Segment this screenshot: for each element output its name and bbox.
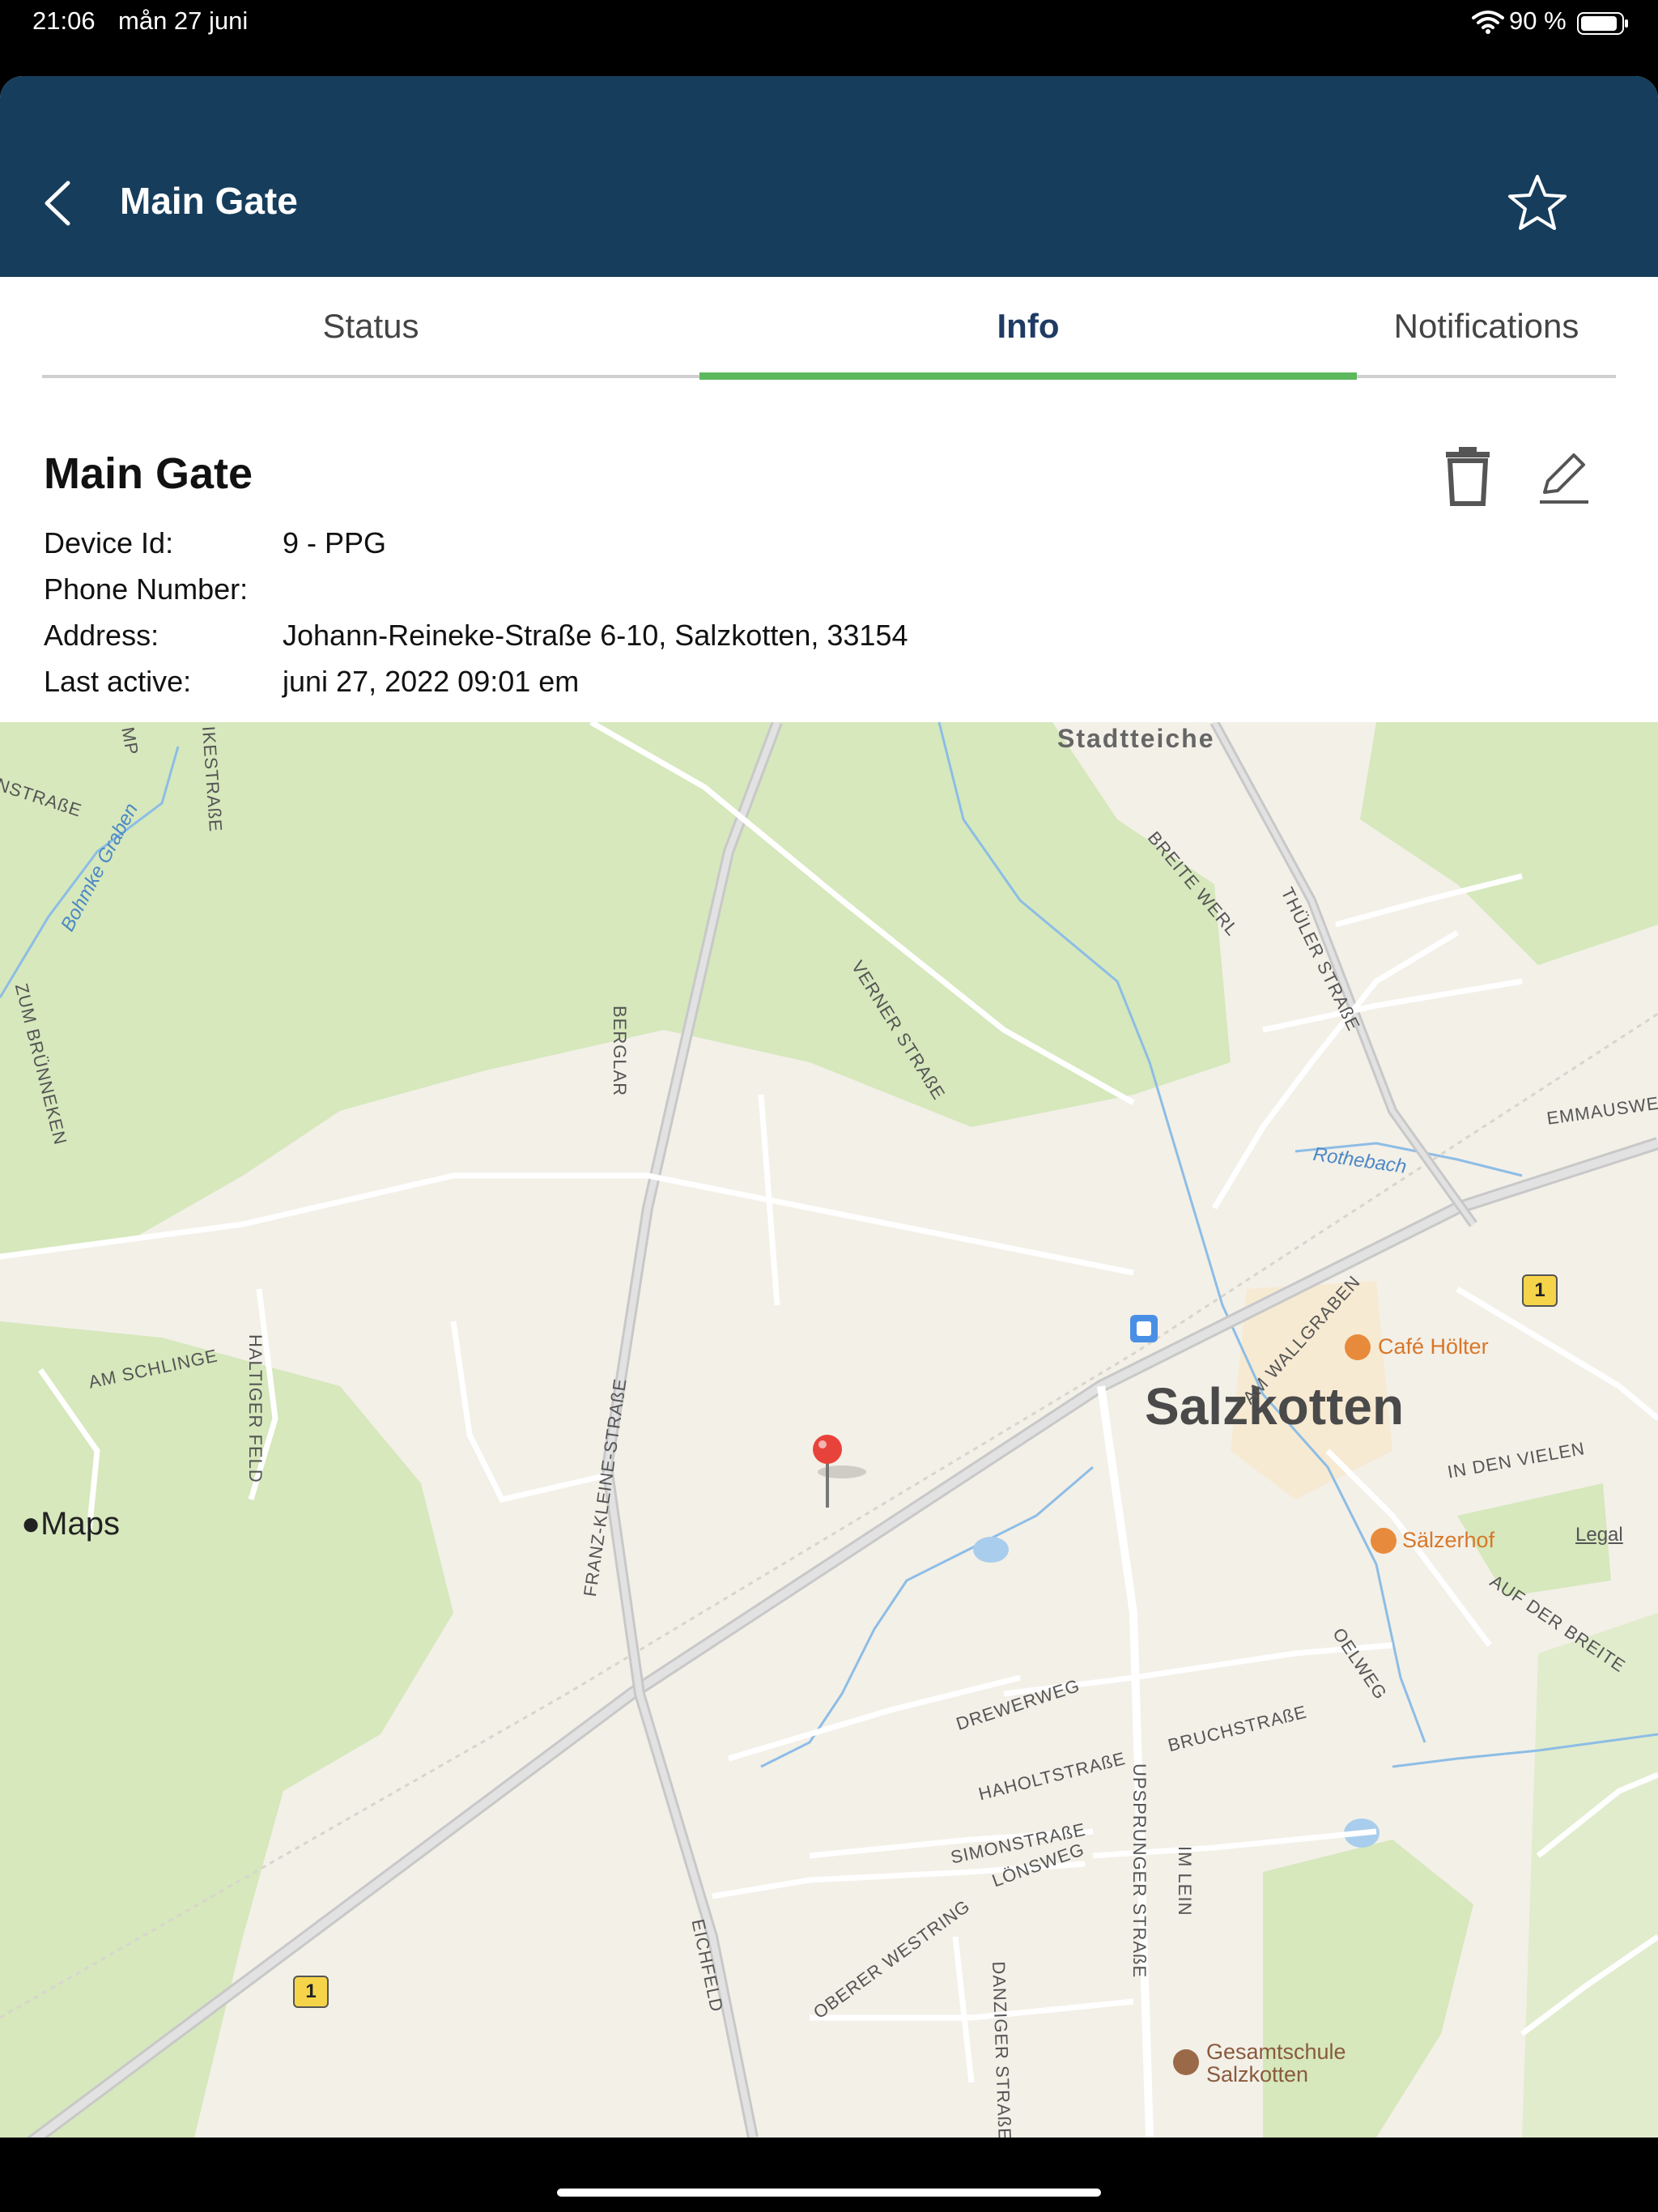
delete-button[interactable]	[1443, 445, 1493, 507]
tab-status[interactable]: Status	[42, 277, 699, 376]
poi-cafe-label[interactable]: Café Hölter	[1378, 1334, 1489, 1359]
apple-maps-logo: ●Maps	[21, 1506, 120, 1542]
tab-active-indicator	[699, 372, 1357, 380]
battery-icon	[1577, 12, 1628, 35]
street-label: UPSPRUNGER STRAßE	[1129, 1763, 1150, 1979]
apple-logo-icon: ●	[21, 1506, 41, 1542]
status-bar: 21:06 mån 27 juni 90 %	[0, 0, 1658, 76]
home-indicator[interactable]	[557, 2189, 1101, 2197]
tab-info[interactable]: Info	[699, 277, 1357, 376]
street-label: IM LEIN	[1175, 1846, 1195, 1916]
map-area-label: Stadtteiche	[1057, 724, 1215, 753]
status-date: mån 27 juni	[118, 6, 249, 35]
app-header: Main Gate	[0, 76, 1658, 277]
back-button[interactable]	[36, 175, 84, 232]
street-label: HALTIGER FELD	[245, 1334, 266, 1483]
street-label: BERGLAR	[610, 1006, 630, 1097]
route-shield: 1	[1522, 1274, 1558, 1307]
info-value: 9 - PPG	[283, 526, 387, 559]
wifi-icon	[1472, 11, 1504, 34]
tab-bar: Status Info Notifications	[42, 277, 1616, 382]
battery-percent: 90 %	[1509, 6, 1567, 35]
info-label: Address:	[44, 619, 159, 652]
edit-button[interactable]	[1537, 450, 1592, 507]
status-time: 21:06	[32, 6, 96, 35]
tab-notifications[interactable]: Notifications	[1357, 277, 1616, 376]
info-label: Last active:	[44, 665, 192, 698]
poi-restaurant-label[interactable]: Sälzerhof	[1402, 1528, 1494, 1553]
route-shield: 1	[293, 1976, 329, 2008]
poi-school-label[interactable]: Gesamtschule Salzkotten	[1206, 2040, 1401, 2086]
page-title: Main Gate	[120, 180, 298, 222]
info-label: Device Id:	[44, 526, 174, 559]
info-label: Phone Number:	[44, 572, 249, 606]
info-value: Johann-Reineke-Straße 6-10, Salzkotten, …	[283, 619, 908, 652]
location-map[interactable]: Stadtteiche Salzkotten BERGLAR VERNER ST…	[0, 722, 1658, 2138]
device-name: Main Gate	[44, 449, 253, 498]
info-value: juni 27, 2022 09:01 em	[283, 665, 580, 698]
favorite-star-button[interactable]	[1504, 172, 1571, 235]
map-legal-link[interactable]: Legal	[1575, 1524, 1623, 1546]
app-screen: Main Gate Status Info Notifications Main…	[0, 76, 1658, 2138]
